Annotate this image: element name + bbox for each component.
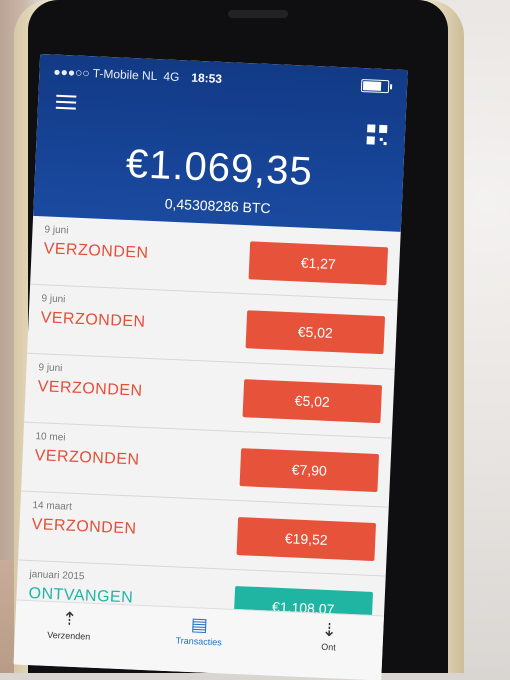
transaction-date: januari 2015 (29, 569, 85, 583)
phone-screen: ●●●○○ T-Mobile NL 4G 18:53 €1.069,35 0,4… (13, 53, 408, 680)
transaction-amount[interactable]: €19,52 (236, 517, 377, 562)
transaction-date: 9 juni (41, 293, 66, 306)
transaction-amount[interactable]: €1,27 (248, 241, 389, 286)
transaction-type: VERZONDEN (40, 309, 146, 331)
transaction-amount[interactable]: €5,02 (245, 310, 386, 355)
transaction-date: 9 juni (44, 224, 69, 237)
network-label: 4G (163, 69, 180, 85)
qr-code-icon[interactable] (366, 124, 388, 146)
tab-label: Transacties (175, 635, 222, 648)
transaction-date: 10 mei (35, 431, 66, 444)
battery-icon (360, 79, 390, 94)
transaction-date: 14 maart (32, 500, 73, 513)
tab-transactions[interactable]: ▤ Transacties (159, 611, 240, 648)
transaction-type: VERZONDEN (31, 516, 137, 538)
balance-eur: €1.069,35 (125, 141, 314, 194)
tab-label: Ont (321, 641, 337, 653)
transaction-date: 9 juni (38, 362, 63, 375)
tab-send[interactable]: ⇡ Verzenden (29, 605, 110, 642)
wallet-header: ●●●○○ T-Mobile NL 4G 18:53 €1.069,35 0,4… (33, 53, 408, 232)
transaction-type: VERZONDEN (34, 447, 140, 469)
transaction-type: VERZONDEN (43, 240, 149, 262)
transaction-list: 9 juni VERZONDEN €1,27 9 juni VERZONDEN … (15, 215, 401, 646)
download-icon: ⇣ (321, 619, 338, 641)
clock: 18:53 (191, 70, 223, 86)
status-bar: ●●●○○ T-Mobile NL 4G 18:53 (53, 63, 395, 96)
transaction-amount[interactable]: €5,02 (242, 379, 383, 424)
menu-icon[interactable] (55, 94, 77, 111)
list-icon: ▤ (190, 614, 209, 635)
carrier-label: ●●●○○ T-Mobile NL (53, 64, 158, 84)
phone-speaker (228, 10, 288, 18)
transaction-amount[interactable]: €7,90 (239, 448, 380, 493)
transaction-type: VERZONDEN (37, 378, 143, 400)
upload-icon: ⇡ (61, 608, 78, 630)
tab-receive[interactable]: ⇣ Ont (288, 616, 369, 653)
tab-label: Verzenden (47, 629, 91, 642)
